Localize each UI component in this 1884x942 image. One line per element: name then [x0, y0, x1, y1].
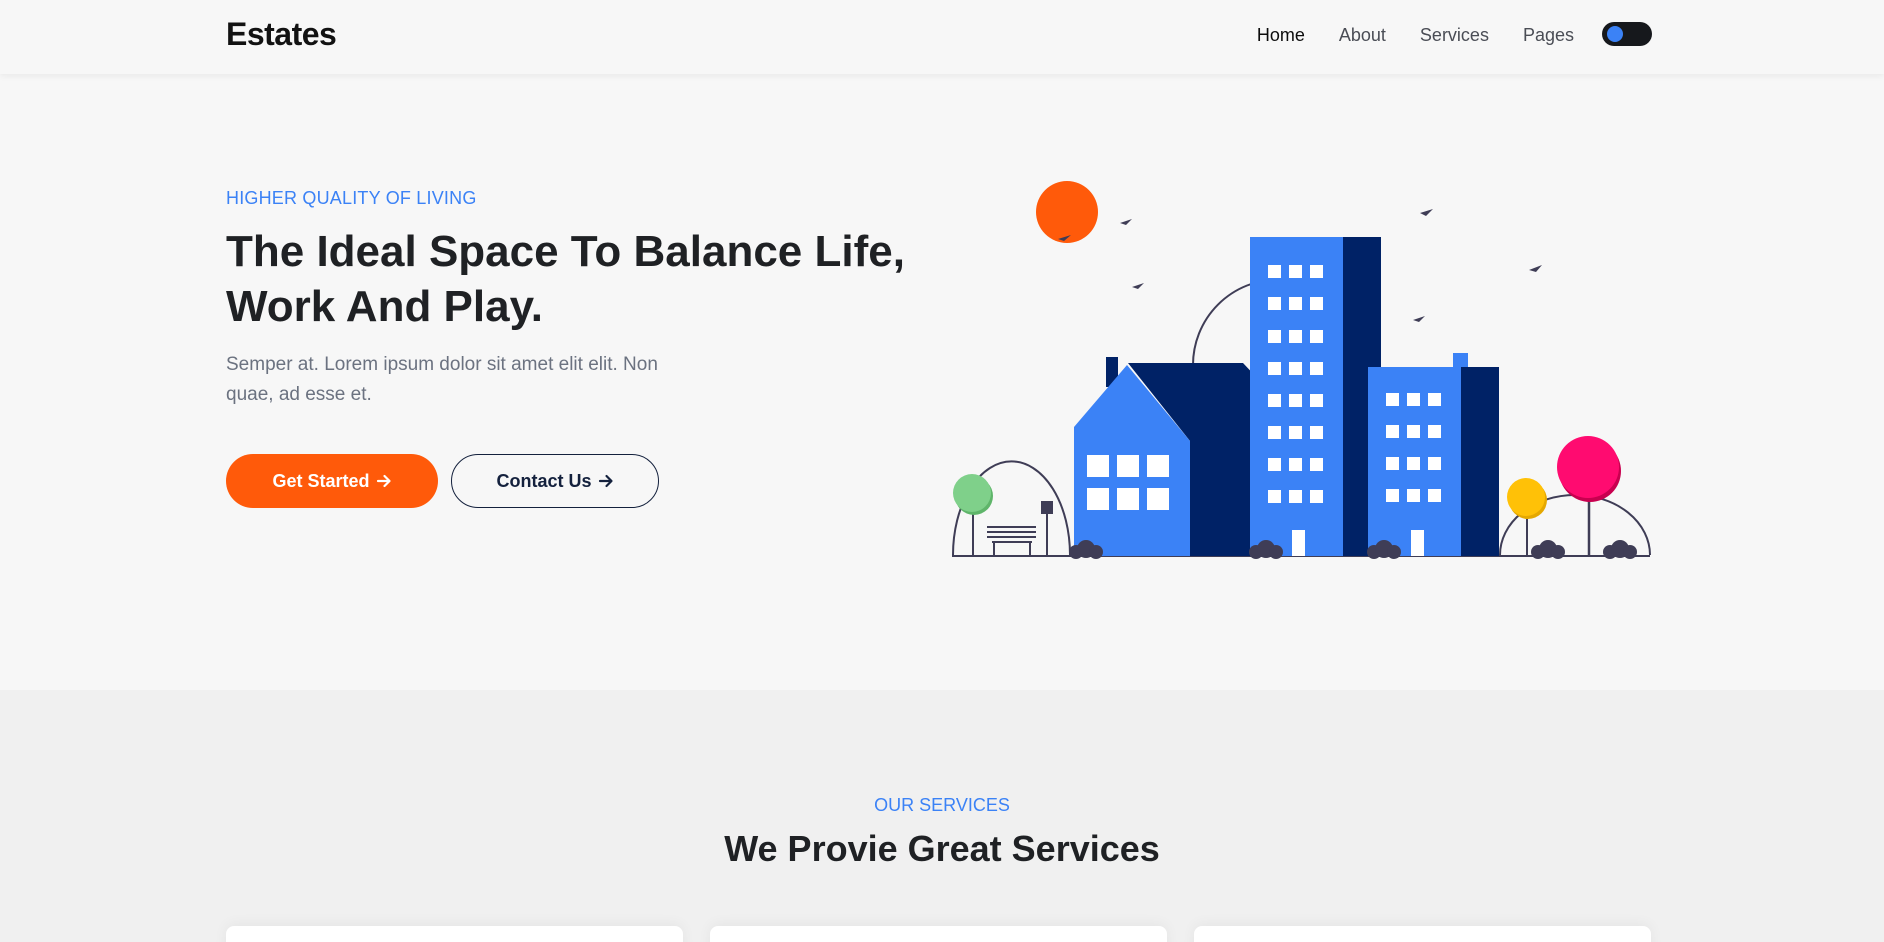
hero-eyebrow: HIGHER QUALITY OF LIVING — [226, 188, 477, 208]
lamp-icon — [1041, 501, 1053, 514]
hero-title: The Ideal Space To Balance Life, Work An… — [226, 224, 926, 334]
pink-tree-icon — [1557, 436, 1619, 498]
nav-services[interactable]: Services — [1420, 25, 1489, 46]
main-nav: Home About Services Pages — [1257, 0, 1574, 70]
services-eyebrow: OUR SERVICES — [874, 795, 1010, 815]
green-tree-icon — [953, 474, 991, 512]
nav-pages[interactable]: Pages — [1523, 25, 1574, 46]
hero-title-line2: Work And Play. — [226, 282, 544, 331]
get-started-label: Get Started — [272, 470, 370, 491]
nav-home[interactable]: Home — [1257, 25, 1305, 46]
hero-title-line1: The Ideal Space To Balance Life, — [226, 227, 905, 276]
city-buildings-illustration — [952, 181, 1651, 559]
bench-icon — [987, 513, 1048, 556]
sun-icon — [1036, 181, 1098, 243]
top-navbar: Estates Home About Services Pages — [0, 0, 1884, 74]
service-card[interactable] — [226, 926, 683, 942]
theme-toggle[interactable] — [1602, 22, 1652, 46]
toggle-knob — [1607, 26, 1623, 42]
contact-us-button[interactable]: Contact Us — [451, 454, 659, 508]
brand-logo[interactable]: Estates — [226, 16, 337, 53]
service-card[interactable] — [1194, 926, 1651, 942]
contact-us-label: Contact Us — [496, 470, 592, 491]
services-section: OUR SERVICES We Provie Great Services — [0, 690, 1884, 942]
get-started-button[interactable]: Get Started — [226, 454, 438, 508]
nav-about[interactable]: About — [1339, 25, 1386, 46]
arrow-right-icon — [598, 474, 613, 488]
arrow-right-icon — [376, 474, 391, 488]
hero-description: Semper at. Lorem ipsum dolor sit amet el… — [226, 354, 658, 405]
services-title: We Provie Great Services — [724, 828, 1160, 869]
service-card[interactable] — [710, 926, 1167, 942]
yellow-tree-icon — [1507, 478, 1545, 516]
